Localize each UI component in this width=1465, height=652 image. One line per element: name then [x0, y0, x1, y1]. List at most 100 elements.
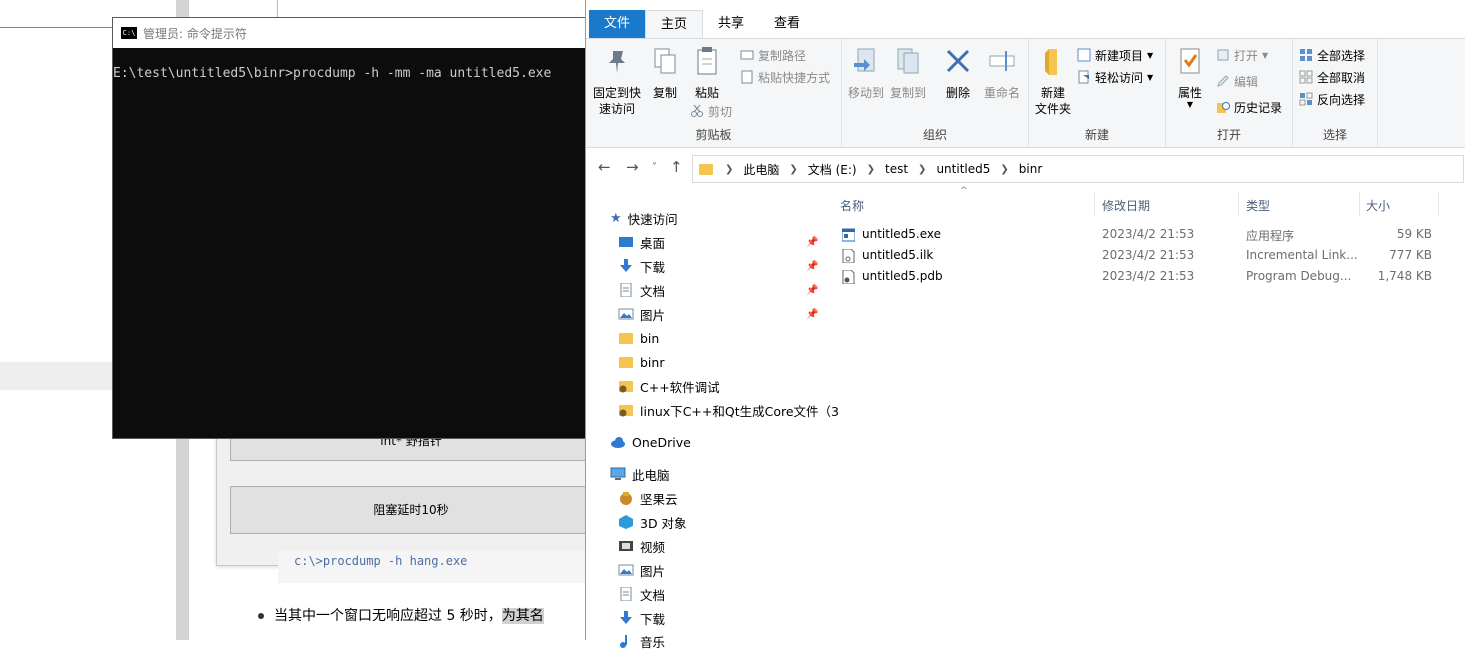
copy-to-button[interactable]: 复制到: [888, 45, 928, 101]
dropdown-arrow-icon: ▼: [1262, 50, 1269, 60]
document-icon: [620, 283, 632, 297]
dropdown-arrow-icon: ▼: [1147, 72, 1154, 82]
pin-icon[interactable]: 📌: [806, 285, 818, 296]
history-button[interactable]: 历史记录: [1216, 97, 1282, 117]
column-name[interactable]: 名称: [840, 197, 864, 214]
paste-button[interactable]: 粘贴: [686, 45, 728, 101]
tree-item-linux-core[interactable]: linux下C++和Qt生成Core文件（3: [618, 399, 839, 421]
tab-share[interactable]: 共享: [703, 10, 759, 38]
tab-file[interactable]: 文件: [589, 10, 646, 38]
divider: [1359, 192, 1360, 216]
back-arrow-icon[interactable]: ←: [598, 158, 611, 176]
tree-item-downloads-pc[interactable]: 下载: [618, 607, 665, 629]
chevron-right-icon: ❯: [789, 163, 798, 175]
group-label: 组织: [922, 128, 947, 142]
tree-this-pc[interactable]: 此电脑: [610, 463, 670, 485]
forward-arrow-icon[interactable]: →: [626, 158, 639, 176]
up-arrow-icon[interactable]: ↑: [670, 158, 683, 176]
copy-button[interactable]: 复制: [646, 45, 684, 101]
tree-item-cpp-debug[interactable]: C++软件调试: [618, 375, 720, 397]
delete-button[interactable]: 删除: [938, 45, 978, 101]
pin-quick-access-button[interactable]: 固定到快 速访问: [592, 45, 642, 117]
new-item-button[interactable]: 新建项目 ▼: [1077, 45, 1153, 65]
cloud-icon: [611, 437, 625, 448]
open-button[interactable]: 打开 ▼: [1216, 45, 1268, 65]
code-block: c:\>procdump -h hang.exe: [278, 551, 588, 583]
bullet-dot-icon: [258, 613, 264, 619]
chevron-right-icon: ❯: [1000, 163, 1009, 175]
tab-view[interactable]: 查看: [759, 10, 815, 38]
breadcrumb-test[interactable]: test: [885, 162, 908, 176]
tree-item-documents-pc[interactable]: 文档: [618, 583, 665, 605]
properties-icon: [1180, 48, 1200, 74]
tree-quick-access[interactable]: ★ 快速访问: [610, 207, 678, 229]
group-label: 打开: [1216, 128, 1241, 142]
table-row[interactable]: untitled5.pdb 2023/4/2 21:53 Program Deb…: [826, 266, 1436, 287]
paste-shortcut-button[interactable]: 粘贴快捷方式: [740, 67, 830, 87]
tree-item-documents[interactable]: 文档: [618, 279, 665, 301]
cmd-title-bar[interactable]: C:\ 管理员: 命令提示符: [113, 18, 591, 48]
ribbon-tabs: 文件 主页 共享 查看: [586, 10, 1465, 38]
tree-item-pictures[interactable]: 图片: [618, 303, 665, 325]
breadcrumb-this-pc[interactable]: 此电脑: [743, 161, 779, 178]
cmd-output[interactable]: E:\test\untitled5\binr>procdump -h -mm -…: [113, 48, 591, 81]
breadcrumb-drive[interactable]: 文档 (E:): [808, 161, 857, 178]
code-line: c:\>procdump -h hang.exe: [294, 554, 468, 568]
select-all-button[interactable]: 全部选择: [1299, 45, 1365, 65]
tree-item-desktop[interactable]: 桌面: [618, 231, 665, 253]
column-type[interactable]: 类型: [1246, 197, 1270, 214]
copy-path-icon: [740, 50, 754, 60]
tree-item-videos[interactable]: 视频: [618, 535, 665, 557]
rename-icon: [989, 51, 1015, 71]
cube-icon: [619, 515, 633, 529]
new-group: 新建 文件夹 新建项目 ▼ 轻松访问 ▼ 新建: [1029, 39, 1166, 147]
synced-folder-icon: [619, 381, 633, 393]
title-strip: [586, 0, 1465, 10]
highlighted-text: 为其名: [501, 608, 544, 624]
file-explorer-window[interactable]: 文件 主页 共享 查看 固定到快 速访问 复制 粘贴 复制路径 粘贴快捷方式 剪…: [585, 0, 1465, 650]
cmd-window[interactable]: C:\ 管理员: 命令提示符 E:\test\untitled5\binr>pr…: [112, 17, 592, 439]
invert-selection-button[interactable]: 反向选择: [1299, 89, 1365, 109]
tab-home[interactable]: 主页: [645, 10, 704, 38]
easy-access-button[interactable]: 轻松访问 ▼: [1077, 67, 1153, 87]
tree-onedrive[interactable]: OneDrive: [610, 431, 691, 453]
divider: [1094, 192, 1095, 216]
divider: [1438, 192, 1439, 216]
move-to-button[interactable]: 移动到: [846, 45, 886, 101]
paste-shortcut-icon: [741, 70, 753, 84]
clipboard-group: 固定到快 速访问 复制 粘贴 复制路径 粘贴快捷方式 剪切 剪贴板: [586, 39, 842, 147]
tree-item-jianguoyun[interactable]: 坚果云: [618, 487, 678, 509]
pin-icon[interactable]: 📌: [806, 309, 818, 320]
organize-group: 移动到 复制到 删除 重命名 组织: [842, 39, 1029, 147]
breadcrumb-binr[interactable]: binr: [1019, 162, 1043, 176]
tree-item-downloads[interactable]: 下载: [618, 255, 665, 277]
cut-button[interactable]: 剪切: [690, 101, 732, 121]
open-group: 属性 ▼ 打开 ▼ 编辑 历史记录 打开: [1166, 39, 1293, 147]
recent-dropdown-icon[interactable]: ˅: [652, 162, 657, 173]
breadcrumb-untitled5[interactable]: untitled5: [936, 162, 990, 176]
pin-icon[interactable]: 📌: [806, 261, 818, 272]
table-row[interactable]: untitled5.exe 2023/4/2 21:53 应用程序 59 KB: [826, 224, 1436, 245]
nut-icon: [620, 492, 632, 505]
properties-button[interactable]: 属性 ▼: [1170, 45, 1210, 109]
address-bar[interactable]: ❯ 此电脑 ❯ 文档 (E:) ❯ test ❯ untitled5 ❯ bin…: [692, 155, 1464, 183]
move-to-icon: [854, 48, 875, 72]
tree-item-binr[interactable]: binr: [618, 351, 664, 373]
tree-item-music[interactable]: 音乐: [618, 630, 665, 652]
new-folder-button[interactable]: 新建 文件夹: [1031, 45, 1075, 117]
scissors-icon: [691, 104, 703, 117]
tree-item-pictures-pc[interactable]: 图片: [618, 559, 665, 581]
sort-up-icon: ^: [960, 186, 968, 196]
select-none-button[interactable]: 全部取消: [1299, 67, 1365, 87]
tree-item-bin[interactable]: bin: [618, 327, 659, 349]
rename-button[interactable]: 重命名: [980, 45, 1024, 101]
column-size[interactable]: 大小: [1366, 197, 1390, 214]
tree-item-3d-objects[interactable]: 3D 对象: [618, 511, 687, 533]
pin-icon[interactable]: 📌: [806, 237, 818, 248]
table-row[interactable]: untitled5.ilk 2023/4/2 21:53 Incremental…: [826, 245, 1436, 266]
navigation-pane: ★ 快速访问 桌面 📌 下载 📌 文档 📌 图片 📌 bin binr C++软…: [586, 200, 839, 650]
edit-button[interactable]: 编辑: [1216, 71, 1258, 91]
copy-path-button[interactable]: 复制路径: [740, 45, 806, 65]
block-delay-button[interactable]: 阻塞延时10秒: [230, 486, 592, 534]
column-date[interactable]: 修改日期: [1102, 197, 1150, 214]
